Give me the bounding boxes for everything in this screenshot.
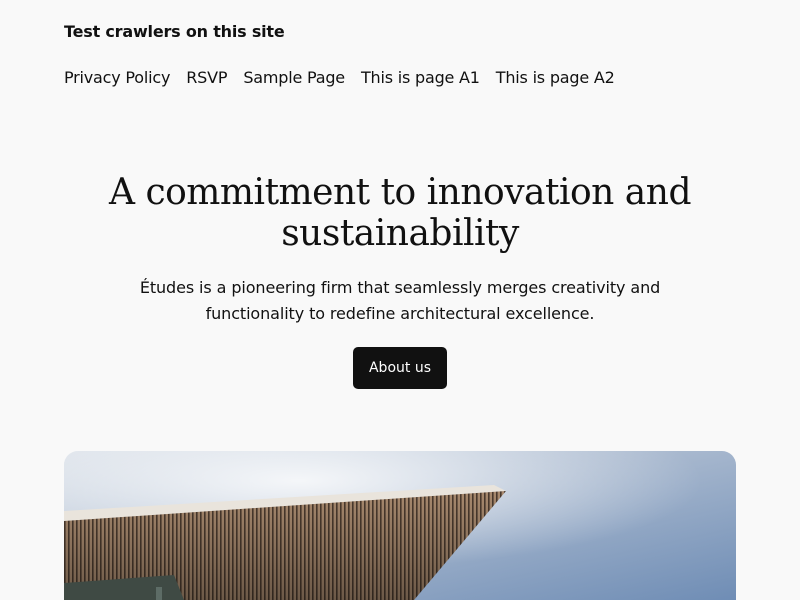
nav-item-privacy-policy[interactable]: Privacy Policy — [64, 68, 170, 87]
nav-item-page-a2[interactable]: This is page A2 — [496, 68, 615, 87]
site-title[interactable]: Test crawlers on this site — [64, 22, 285, 41]
page: Test crawlers on this site Privacy Polic… — [0, 0, 800, 600]
nav-item-rsvp[interactable]: RSVP — [186, 68, 227, 87]
nav-item-page-a1[interactable]: This is page A1 — [361, 68, 480, 87]
about-us-button[interactable]: About us — [353, 347, 447, 389]
architecture-photo-icon — [64, 451, 736, 600]
primary-navigation: Privacy Policy RSVP Sample Page This is … — [64, 68, 615, 87]
hero-description: Études is a pioneering firm that seamles… — [139, 278, 661, 323]
nav-item-sample-page[interactable]: Sample Page — [243, 68, 345, 87]
hero-heading: A commitment to innovation and sustainab… — [109, 172, 692, 254]
hero-image — [64, 451, 736, 600]
